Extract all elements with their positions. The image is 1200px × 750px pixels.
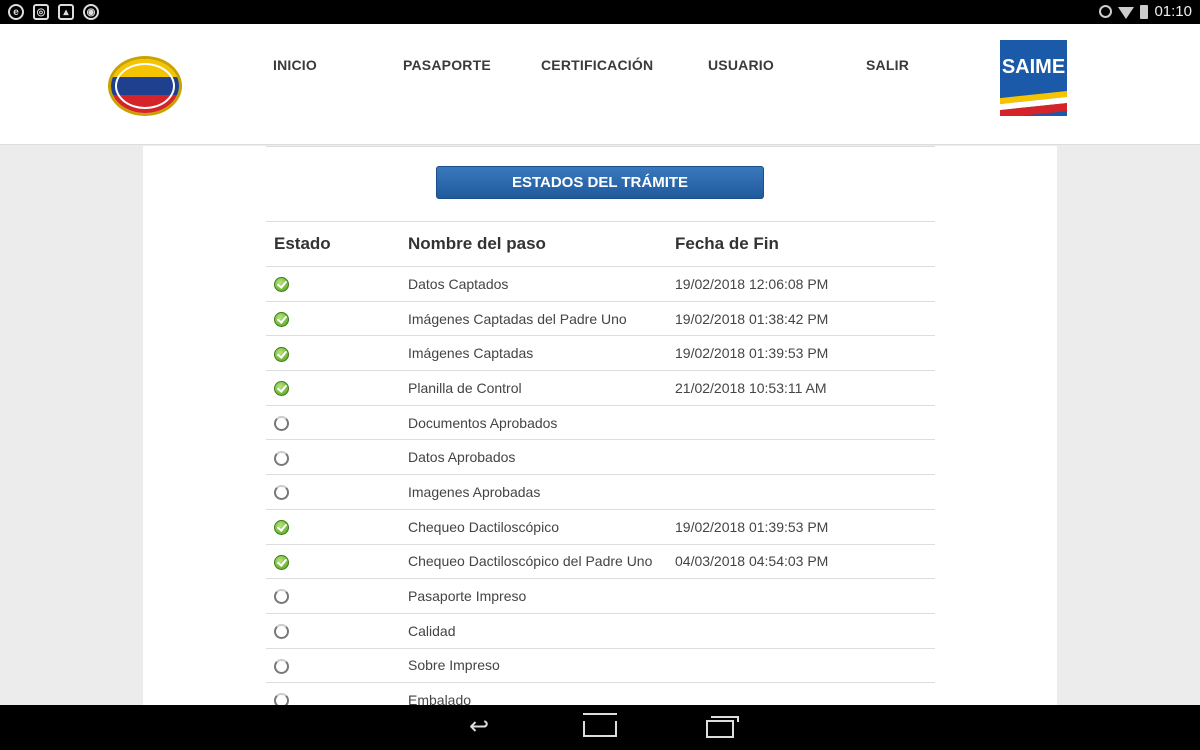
check-icon xyxy=(274,346,289,362)
divider xyxy=(266,146,935,147)
row-end-date xyxy=(667,648,935,684)
table-row: Datos Captados 19/02/2018 12:06:08 PM xyxy=(266,266,935,302)
saime-logo: SAIME xyxy=(1000,40,1067,116)
row-status-cell xyxy=(266,648,400,684)
chrome-icon: ◉ xyxy=(83,4,99,20)
row-step-name: Planilla de Control xyxy=(400,370,667,406)
notification-icons: e ◎ ▴ ◉ xyxy=(8,4,99,20)
row-status-cell xyxy=(266,509,400,545)
table-row: Imagenes Aprobadas xyxy=(266,474,935,510)
web-app: INICIO PASAPORTE CERTIFICACIÓN USUARIO S… xyxy=(0,24,1200,705)
row-step-name: Embalado xyxy=(400,682,667,705)
table-header-row: Estado Nombre del paso Fecha de Fin xyxy=(266,221,935,267)
loading-spinner-icon xyxy=(274,693,289,705)
tramite-status-table: Estado Nombre del paso Fecha de Fin Dato… xyxy=(266,221,935,705)
nav-salir[interactable]: SALIR xyxy=(866,57,909,73)
row-step-name: Calidad xyxy=(400,613,667,649)
main-content: ESTADOS DEL TRÁMITE Estado Nombre del pa… xyxy=(143,146,1057,705)
row-status-cell xyxy=(266,682,400,705)
row-step-name: Imágenes Captadas xyxy=(400,335,667,372)
col-estado: Estado xyxy=(266,221,400,267)
row-status-cell xyxy=(266,544,400,580)
check-icon xyxy=(274,381,289,397)
row-status-cell xyxy=(266,439,400,476)
gallery-icon: ▴ xyxy=(58,4,74,20)
recent-apps-icon[interactable] xyxy=(706,716,739,738)
loading-spinner-icon xyxy=(274,589,289,605)
row-end-date: 19/02/2018 01:39:53 PM xyxy=(667,335,935,372)
row-end-date xyxy=(667,439,935,476)
check-icon xyxy=(274,554,289,570)
home-icon[interactable] xyxy=(583,721,617,737)
nav-inicio[interactable]: INICIO xyxy=(273,57,317,73)
check-icon xyxy=(274,277,289,293)
estados-del-tramite-button[interactable]: ESTADOS DEL TRÁMITE xyxy=(436,166,764,199)
wifi-icon xyxy=(1118,6,1135,19)
table-row: Pasaporte Impreso xyxy=(266,578,935,614)
android-status-bar: e ◎ ▴ ◉ 01:10 xyxy=(0,0,1200,24)
row-end-date: 21/02/2018 10:53:11 AM xyxy=(667,370,935,406)
row-end-date xyxy=(667,613,935,649)
alarm-icon xyxy=(1099,5,1113,18)
row-end-date xyxy=(667,682,935,705)
row-step-name: Imagenes Aprobadas xyxy=(400,474,667,510)
nav-usuario[interactable]: USUARIO xyxy=(708,57,774,73)
row-step-name: Chequeo Dactiloscópico del Padre Uno xyxy=(400,544,667,580)
table-row: Datos Aprobados xyxy=(266,439,935,476)
row-step-name: Imágenes Captadas del Padre Uno xyxy=(400,301,667,337)
row-end-date: 19/02/2018 12:06:08 PM xyxy=(667,266,935,302)
row-status-cell xyxy=(266,266,400,302)
row-status-cell xyxy=(266,613,400,649)
row-step-name: Chequeo Dactiloscópico xyxy=(400,509,667,545)
col-nombre-paso: Nombre del paso xyxy=(400,221,667,267)
row-step-name: Sobre Impreso xyxy=(400,648,667,684)
row-end-date: 19/02/2018 01:39:53 PM xyxy=(667,509,935,545)
row-status-cell xyxy=(266,370,400,406)
loading-spinner-icon xyxy=(274,624,289,640)
row-step-name: Documentos Aprobados xyxy=(400,405,667,441)
loading-spinner-icon xyxy=(274,450,289,466)
loading-spinner-icon xyxy=(274,658,289,674)
table-row: Documentos Aprobados xyxy=(266,405,935,441)
row-step-name: Pasaporte Impreso xyxy=(400,578,667,614)
table-row: Planilla de Control 21/02/2018 10:53:11 A… xyxy=(266,370,935,406)
table-row: Chequeo Dactiloscópico del Padre Uno 04/0… xyxy=(266,544,935,580)
site-header: INICIO PASAPORTE CERTIFICACIÓN USUARIO S… xyxy=(0,24,1200,145)
clock-time: 01:10 xyxy=(1154,3,1192,20)
nav-pasaporte[interactable]: PASAPORTE xyxy=(403,57,491,73)
row-end-date xyxy=(667,405,935,441)
battery-icon xyxy=(1140,4,1149,19)
table-row: Chequeo Dactiloscópico 19/02/2018 01:39:5… xyxy=(266,509,935,545)
row-status-cell xyxy=(266,578,400,614)
row-status-cell xyxy=(266,301,400,337)
back-icon[interactable]: ↩ xyxy=(463,715,495,739)
row-step-name: Datos Aprobados xyxy=(400,439,667,476)
instagram-icon: ◎ xyxy=(33,4,49,20)
saime-logo-text: SAIME xyxy=(1001,56,1066,78)
loading-spinner-icon xyxy=(274,485,289,501)
e-browser-icon: e xyxy=(8,4,24,20)
table-row: Imágenes Captadas del Padre Uno 19/02/201… xyxy=(266,301,935,337)
check-icon xyxy=(274,311,289,327)
col-fecha-fin: Fecha de Fin xyxy=(667,221,935,267)
nav-certificacion[interactable]: CERTIFICACIÓN xyxy=(541,57,653,73)
table-row: Sobre Impreso xyxy=(266,648,935,684)
row-end-date xyxy=(667,474,935,510)
row-status-cell xyxy=(266,474,400,510)
system-icons: 01:10 xyxy=(1099,3,1192,20)
row-end-date: 19/02/2018 01:38:42 PM xyxy=(667,301,935,337)
android-nav-bar: ↩ xyxy=(0,705,1200,750)
check-icon xyxy=(274,520,289,536)
table-row: Imágenes Captadas 19/02/2018 01:39:53 PM xyxy=(266,335,935,372)
row-status-cell xyxy=(266,405,400,441)
table-row: Embalado xyxy=(266,682,935,705)
row-step-name: Datos Captados xyxy=(400,266,667,302)
row-status-cell xyxy=(266,335,400,372)
row-end-date: 04/03/2018 04:54:03 PM xyxy=(667,544,935,580)
row-end-date xyxy=(667,578,935,614)
loading-spinner-icon xyxy=(274,415,289,431)
table-row: Calidad xyxy=(266,613,935,649)
